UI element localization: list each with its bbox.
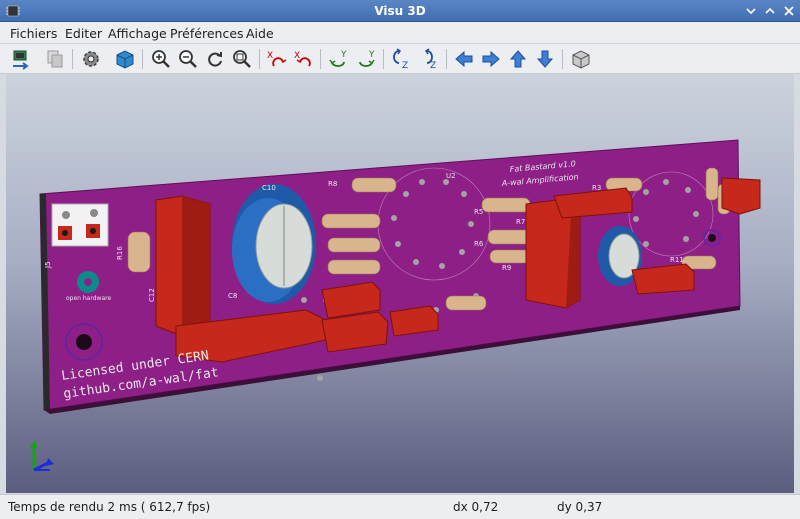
menu-fichiers[interactable]: Fichiers <box>10 26 57 41</box>
toolbar-separator <box>72 49 73 69</box>
3d-viewport[interactable]: Fat Bastard v1.0 A-wal Amplification Lic… <box>6 74 794 493</box>
dx-status: dx 0,72 <box>453 500 499 514</box>
menu-editer[interactable]: Editer <box>65 26 102 41</box>
close-icon[interactable] <box>782 4 796 18</box>
move-right-icon[interactable] <box>480 48 502 70</box>
svg-text:X: X <box>267 51 273 61</box>
ref-label: C8 <box>228 292 237 300</box>
ref-label: R9 <box>502 264 511 272</box>
menu-aide[interactable]: Aide <box>246 26 274 41</box>
redraw-icon[interactable] <box>204 48 226 70</box>
rotate-z-cw-icon[interactable]: Z <box>390 48 412 70</box>
toolbar-separator <box>259 49 260 69</box>
ortho-view-icon[interactable] <box>570 48 592 70</box>
toolbar-separator <box>446 49 447 69</box>
copy-to-pcbnew-icon[interactable] <box>10 48 32 70</box>
move-left-icon[interactable] <box>453 48 475 70</box>
copy-image-icon[interactable] <box>44 48 66 70</box>
render-cube-icon[interactable] <box>114 48 136 70</box>
minimize-icon[interactable] <box>744 4 758 18</box>
svg-text:Y: Y <box>340 50 347 60</box>
axis-gizmo <box>30 440 54 472</box>
rotate-y-cw-icon[interactable]: Y <box>328 48 350 70</box>
mounting-hole <box>76 334 92 350</box>
ref-label: R7 <box>516 218 525 226</box>
zoom-fit-icon[interactable] <box>231 48 253 70</box>
toolbar: X X Y Y Z Z <box>0 44 800 74</box>
svg-text:X: X <box>294 51 300 61</box>
maximize-icon[interactable] <box>763 4 777 18</box>
ref-label: U2 <box>446 172 456 180</box>
menu-preferences[interactable]: Préférences <box>170 26 244 41</box>
window-title: Visu 3D <box>374 4 426 18</box>
open-hardware-logo <box>77 271 99 293</box>
connector-j5 <box>51 203 109 247</box>
logo-text: open hardware <box>66 295 111 302</box>
mounting-hole <box>708 234 716 242</box>
dy-status: dy 0,37 <box>557 500 603 514</box>
title-bar: Visu 3D <box>0 0 800 22</box>
rotate-z-ccw-icon[interactable]: Z <box>418 48 440 70</box>
electrolytic-capacitor <box>232 184 316 304</box>
svg-text:Z: Z <box>402 61 408 70</box>
toolbar-separator <box>383 49 384 69</box>
ref-label: R8 <box>328 180 337 188</box>
ref-label: R11 <box>670 256 684 264</box>
ref-label: R5 <box>474 208 483 216</box>
status-bar: Temps de rendu 2 ms ( 612,7 fps) dx 0,72… <box>0 494 800 519</box>
rotate-x-cw-icon[interactable]: X <box>266 48 288 70</box>
zoom-out-icon[interactable] <box>177 48 199 70</box>
rotate-y-ccw-icon[interactable]: Y <box>356 48 378 70</box>
toolbar-separator <box>562 49 563 69</box>
ref-label: J5 <box>44 261 52 269</box>
menu-affichage[interactable]: Affichage <box>108 26 167 41</box>
ref-label: C12 <box>148 288 156 302</box>
ref-label: R16 <box>116 246 124 260</box>
render-time-status: Temps de rendu 2 ms ( 612,7 fps) <box>8 500 211 514</box>
ref-label: C10 <box>262 184 276 192</box>
svg-text:Z: Z <box>430 61 436 70</box>
zoom-in-icon[interactable] <box>150 48 172 70</box>
rotate-x-ccw-icon[interactable]: X <box>293 48 315 70</box>
move-down-icon[interactable] <box>534 48 556 70</box>
toolbar-separator <box>142 49 143 69</box>
ref-label: R6 <box>474 240 484 248</box>
ref-label: R3 <box>592 184 601 192</box>
svg-text:Y: Y <box>368 50 375 60</box>
move-up-icon[interactable] <box>507 48 529 70</box>
settings-gear-icon[interactable] <box>80 48 102 70</box>
toolbar-separator <box>320 49 321 69</box>
menu-bar: Fichiers Editer Affichage Préférences Ai… <box>0 22 800 44</box>
